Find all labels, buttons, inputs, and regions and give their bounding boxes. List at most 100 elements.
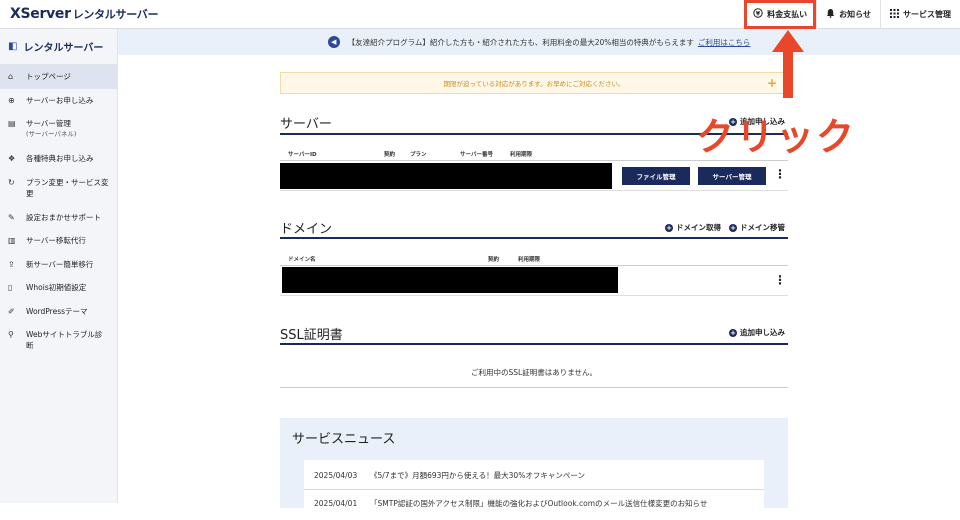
domain-transfer-button[interactable]: + ドメイン移管 [729, 222, 785, 233]
sidebar-item-wordpress[interactable]: ✐ WordPressテーマ [0, 300, 117, 324]
sidebar-item-benefits[interactable]: ❖ 各種特典お申し込み [0, 147, 117, 171]
sidebar-item-server-move[interactable]: ▥ サーバー移転代行 [0, 229, 117, 253]
col-expiry[interactable]: 利用期限 [518, 255, 540, 263]
col-plan[interactable]: プラン [410, 150, 427, 158]
logo-main: XServer [10, 6, 71, 22]
referral-banner: ◀ 【友達紹介プログラム】紹介した方も・紹介された方も、利用料金の最大20%相当… [118, 29, 960, 55]
sidebar-item-label: プラン変更・サービス変更 [26, 177, 109, 198]
sidebar-item-label: サーバーお申し込み [26, 95, 94, 105]
domain-acquire-label: ドメイン取得 [676, 223, 721, 232]
gift-icon: ❖ [8, 154, 16, 163]
alert-text: 期限が迫っている対応があります。お早めにご対応ください。 [443, 80, 625, 88]
news-divider [304, 489, 764, 490]
sidebar-item-migrate[interactable]: ⇪ 新サーバー簡単移行 [0, 253, 117, 277]
sidebar-item-label: WordPressテーマ [26, 306, 88, 316]
ssl-empty-message: ご利用中のSSL証明書はありません。 [280, 358, 788, 388]
redacted-block [282, 267, 618, 293]
news-item[interactable]: 2025/04/01 「SMTP認証の国外アクセス制限」機能の強化およびOutlo… [314, 498, 760, 509]
redacted-block [280, 163, 612, 189]
server-icon: ▤ [8, 119, 16, 128]
sidebar-item-whois[interactable]: ▯ Whois初期値設定 [0, 276, 117, 300]
service-management-label: サービス管理 [903, 10, 951, 19]
col-domain-name[interactable]: ドメイン名 [288, 255, 316, 263]
logo[interactable]: XServer レンタルサーバー [10, 6, 159, 22]
news-title: サービスニュース [292, 432, 396, 447]
payment-button[interactable]: ¥ 料金支払い [744, 0, 817, 29]
sidebar-item-label: 新サーバー簡単移行 [26, 259, 94, 269]
section-divider [280, 343, 788, 345]
top-nav: ¥ 料金支払い お知らせ サービス管理 [744, 0, 960, 29]
domain-transfer-label: ドメイン移管 [740, 223, 785, 232]
domain-row: ⋮ [280, 266, 788, 296]
wrench-icon: ✎ [8, 212, 15, 222]
sidebar-item-top[interactable]: ⌂ トップページ [0, 65, 117, 89]
banner-text: 【友達紹介プログラム】紹介した方も・紹介された方も、利用料金の最大20%相当の特… [347, 37, 694, 47]
domain-acquire-button[interactable]: + ドメイン取得 [665, 222, 721, 233]
sidebar-item-label: Whois初期値設定 [26, 283, 87, 292]
bell-icon [826, 8, 835, 21]
payment-label: 料金支払い [767, 10, 808, 19]
sidebar-item-label: Webサイトトラブル診断 [26, 330, 103, 350]
sidebar-item-label: サーバー管理 [26, 119, 71, 128]
sidebar-item-label: サーバー移転代行 [26, 236, 86, 245]
annotation-click-label: クリック [696, 115, 857, 159]
server-section-title: サーバー [280, 117, 332, 132]
news-list: 2025/04/03 《5/7まで》月額693円から使える！最大30%オフキャンペ… [304, 460, 764, 520]
ssl-section-title: SSL証明書 [280, 328, 343, 343]
server-move-icon: ▥ [8, 236, 16, 245]
service-news: サービスニュース 2025/04/03 《5/7まで》月額693円から使える！最大… [280, 418, 788, 520]
col-server-id[interactable]: サーバーID [288, 150, 317, 158]
sidebar-item-label: 各種特典お申し込み [26, 154, 94, 163]
refresh-icon: ↻ [8, 177, 15, 187]
sidebar-item-server-apply[interactable]: ⊕ サーバーお申し込み [0, 89, 117, 113]
sidebar-item-sublabel: (サーバーパネル) [26, 130, 77, 138]
section-divider [280, 237, 788, 239]
plus-circle-icon: ⊕ [8, 95, 15, 105]
server-brand-icon: ◧ [8, 41, 18, 52]
news-item[interactable]: 2025/04/03 《5/7まで》月額693円から使える！最大30%オフキャンペ… [314, 470, 760, 481]
logo-sub: レンタルサーバー [72, 8, 159, 21]
plus-circle-icon: + [729, 224, 737, 232]
col-contract[interactable]: 契約 [488, 255, 499, 263]
plus-circle-icon: + [729, 329, 737, 337]
ssl-add-label: 追加申し込み [740, 328, 785, 337]
edit-icon: ✐ [8, 306, 15, 316]
sidebar-item-diagnosis[interactable]: ⚲ Webサイトトラブル診断 [0, 323, 117, 357]
col-expiry[interactable]: 利用期限 [510, 150, 532, 158]
news-date: 2025/04/03 [314, 471, 358, 480]
deadline-alert[interactable]: 期限が迫っている対応があります。お早めにご対応ください。 + [280, 72, 788, 94]
more-menu-icon[interactable]: ⋮ [774, 274, 786, 286]
server-row: ファイル管理 サーバー管理 ⋮ [280, 161, 788, 191]
sidebar-item-label: 設定おまかせサポート [26, 212, 101, 222]
sidebar-item-support[interactable]: ✎ 設定おまかせサポート [0, 206, 117, 230]
server-panel-button[interactable]: サーバー管理 [698, 167, 766, 185]
top-bar: XServer レンタルサーバー ¥ 料金支払い お知らせ サービス管理 [0, 0, 960, 29]
news-text: 「SMTP認証の国外アクセス制限」機能の強化およびOutlook.comのメール… [370, 499, 708, 508]
ssl-add-button[interactable]: + 追加申し込み [729, 327, 785, 338]
search-icon: ⚲ [8, 330, 14, 339]
sidebar-title[interactable]: ◧ レンタルサーバー [0, 29, 117, 65]
sidebar-item-server-manage[interactable]: ▤ サーバー管理 (サーバーパネル) [0, 112, 117, 147]
col-contract[interactable]: 契約 [384, 150, 395, 158]
service-management-button[interactable]: サービス管理 [880, 0, 960, 29]
plus-circle-icon: + [665, 224, 673, 232]
grid-icon [890, 8, 899, 21]
file-manager-button[interactable]: ファイル管理 [622, 167, 690, 185]
megaphone-icon: ◀ [327, 36, 340, 48]
sidebar: ◧ レンタルサーバー ⌂ トップページ ⊕ サーバーお申し込み ▤ サーバー管理… [0, 29, 118, 503]
banner-link[interactable]: ご利用はこちら [698, 37, 751, 48]
domain-table-header: ドメイン名 契約 利用期限 [280, 252, 788, 266]
document-icon: ▯ [8, 283, 13, 292]
migrate-icon: ⇪ [8, 259, 15, 269]
sidebar-item-plan-change[interactable]: ↻ プラン変更・サービス変更 [0, 171, 117, 206]
yen-circle-icon: ¥ [753, 8, 763, 21]
news-date: 2025/04/01 [314, 499, 358, 508]
col-server-number[interactable]: サーバー番号 [460, 150, 493, 158]
notifications-button[interactable]: お知らせ [816, 0, 880, 29]
domain-section-title: ドメイン [280, 222, 333, 237]
sidebar-title-label: レンタルサーバー [23, 43, 104, 54]
news-text: 《5/7まで》月額693円から使える！最大30%オフキャンペーン [370, 471, 585, 480]
more-menu-icon[interactable]: ⋮ [774, 168, 786, 180]
notifications-label: お知らせ [839, 10, 871, 19]
sidebar-item-label: トップページ [26, 72, 71, 81]
